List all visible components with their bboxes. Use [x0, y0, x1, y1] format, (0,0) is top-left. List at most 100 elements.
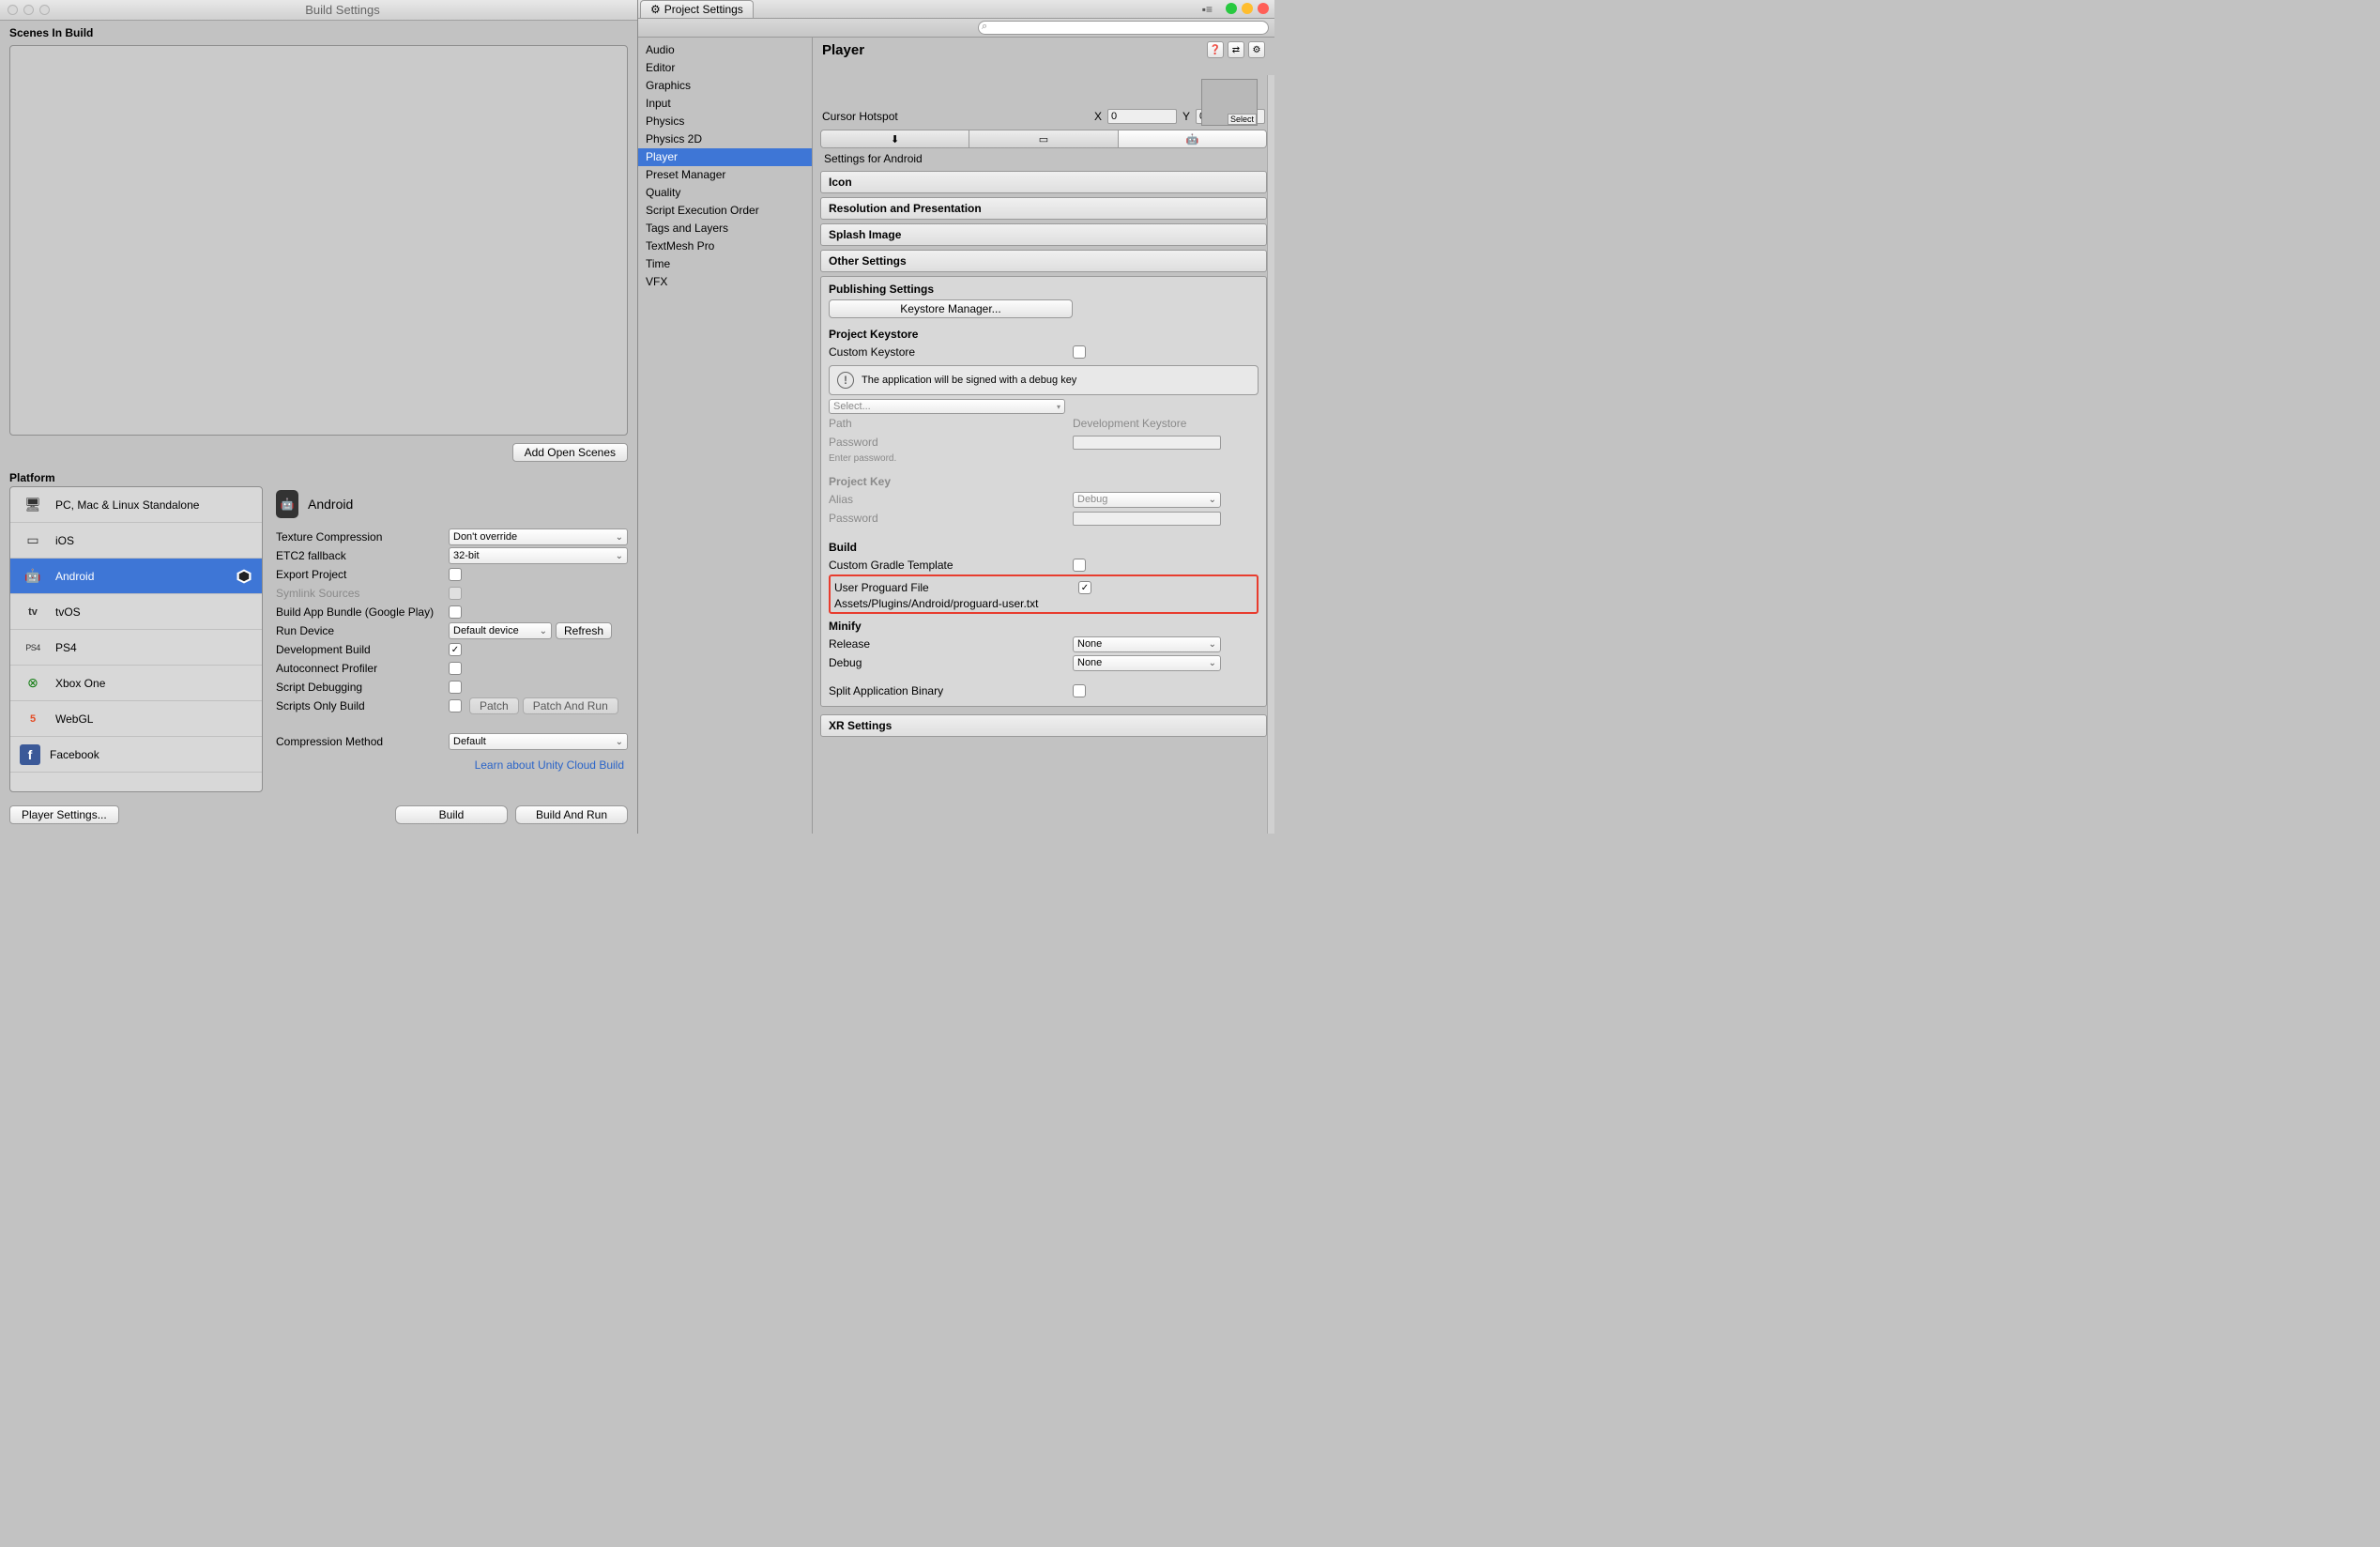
publishing-title: Publishing Settings	[829, 283, 1259, 296]
tab-bar: ⚙ Project Settings	[638, 0, 1274, 19]
project-settings-window: ⚙ Project Settings ▪≡ Audio Editor Graph…	[638, 0, 1274, 834]
minimize-icon[interactable]	[1242, 3, 1253, 14]
plat-tab-ios[interactable]: ▭	[969, 130, 1118, 147]
cat-input[interactable]: Input	[638, 95, 812, 113]
export-project-checkbox[interactable]	[449, 568, 462, 581]
xbox-icon: ⊗	[20, 673, 46, 694]
search-input[interactable]	[978, 21, 1269, 35]
keystore-password-input	[1073, 436, 1221, 450]
texture-compression-select[interactable]: Don't override	[449, 528, 628, 545]
dev-build-label: Development Build	[276, 643, 449, 656]
default-icon-swatch[interactable]: Select	[1201, 79, 1258, 126]
fold-xr[interactable]: XR Settings	[820, 714, 1267, 737]
cat-time[interactable]: Time	[638, 255, 812, 273]
autoconnect-checkbox[interactable]	[449, 662, 462, 675]
run-device-select[interactable]: Default device	[449, 622, 552, 639]
debug-select[interactable]: None	[1073, 655, 1221, 671]
platform-label: Facebook	[50, 748, 99, 761]
platform-label: iOS	[55, 534, 74, 547]
cat-script-order[interactable]: Script Execution Order	[638, 202, 812, 220]
build-and-run-button[interactable]: Build And Run	[515, 805, 628, 824]
cat-player[interactable]: Player	[638, 148, 812, 166]
build-settings-window: Build Settings Scenes In Build Add Open …	[0, 0, 638, 834]
platform-list: 🖥 PC, Mac & Linux Standalone ▭ iOS 🤖 And…	[9, 486, 263, 792]
category-list: Audio Editor Graphics Input Physics Phys…	[638, 38, 813, 834]
cat-physics[interactable]: Physics	[638, 113, 812, 130]
keystore-manager-button[interactable]: Keystore Manager...	[829, 299, 1073, 318]
help-icon[interactable]: ❓	[1207, 41, 1224, 58]
info-icon: !	[837, 372, 854, 389]
platform-item-android[interactable]: 🤖 Android	[10, 559, 262, 594]
fold-resolution[interactable]: Resolution and Presentation	[820, 197, 1267, 220]
cat-vfx[interactable]: VFX	[638, 273, 812, 291]
gradle-checkbox[interactable]	[1073, 559, 1086, 572]
fold-splash[interactable]: Splash Image	[820, 223, 1267, 246]
scenes-list[interactable]	[9, 45, 628, 436]
platform-item-standalone[interactable]: 🖥 PC, Mac & Linux Standalone	[10, 487, 262, 523]
etc2-select[interactable]: 32-bit	[449, 547, 628, 564]
webgl-icon: 5	[20, 709, 46, 729]
detail-title: Android	[308, 497, 353, 512]
project-keystore-label: Project Keystore	[829, 328, 1259, 341]
split-binary-checkbox[interactable]	[1073, 684, 1086, 697]
project-key-label: Project Key	[829, 475, 1259, 488]
fold-other[interactable]: Other Settings	[820, 250, 1267, 272]
fold-icon[interactable]: Icon	[820, 171, 1267, 193]
script-debug-checkbox[interactable]	[449, 681, 462, 694]
cat-editor[interactable]: Editor	[638, 59, 812, 77]
cat-tags[interactable]: Tags and Layers	[638, 220, 812, 237]
cat-tmp[interactable]: TextMesh Pro	[638, 237, 812, 255]
platform-label: PC, Mac & Linux Standalone	[55, 498, 199, 512]
platform-label: tvOS	[55, 605, 81, 619]
cat-physics2d[interactable]: Physics 2D	[638, 130, 812, 148]
cat-graphics[interactable]: Graphics	[638, 77, 812, 95]
symlink-checkbox	[449, 587, 462, 600]
dev-build-checkbox[interactable]	[449, 643, 462, 656]
build-button[interactable]: Build	[395, 805, 508, 824]
scripts-only-checkbox[interactable]	[449, 699, 462, 712]
scrollbar[interactable]	[1267, 75, 1274, 834]
release-select[interactable]: None	[1073, 636, 1221, 652]
proguard-checkbox[interactable]	[1078, 581, 1091, 594]
settings-for-android: Settings for Android	[813, 148, 1274, 169]
cursor-x-input[interactable]	[1107, 109, 1177, 124]
options-icon[interactable]: ▪≡	[1202, 3, 1213, 16]
add-open-scenes-button[interactable]: Add Open Scenes	[512, 443, 628, 462]
select-button[interactable]: Select	[1228, 114, 1257, 125]
path-value: Development Keystore	[1073, 417, 1186, 430]
cat-audio[interactable]: Audio	[638, 41, 812, 59]
compression-select[interactable]: Default	[449, 733, 628, 750]
zoom-icon[interactable]	[39, 5, 50, 15]
zoom-icon[interactable]	[1226, 3, 1237, 14]
minimize-icon[interactable]	[23, 5, 34, 15]
platform-item-xboxone[interactable]: ⊗ Xbox One	[10, 666, 262, 701]
close-icon[interactable]	[8, 5, 18, 15]
tab-project-settings[interactable]: ⚙ Project Settings	[640, 0, 754, 18]
plat-tab-android[interactable]: 🤖	[1119, 130, 1266, 147]
preset-icon[interactable]: ⇄	[1228, 41, 1244, 58]
plat-tab-standalone[interactable]: ⬇	[821, 130, 969, 147]
platform-item-webgl[interactable]: 5 WebGL	[10, 701, 262, 737]
platform-item-tvos[interactable]: tv tvOS	[10, 594, 262, 630]
cloud-build-link[interactable]: Learn about Unity Cloud Build	[276, 751, 628, 775]
player-settings-button[interactable]: Player Settings...	[9, 805, 119, 824]
gear-icon[interactable]: ⚙	[1248, 41, 1265, 58]
platform-tabs: ⬇ ▭ 🤖	[820, 130, 1267, 148]
custom-keystore-checkbox[interactable]	[1073, 345, 1086, 359]
refresh-button[interactable]: Refresh	[556, 622, 612, 639]
y-label: Y	[1182, 110, 1190, 123]
platform-item-ios[interactable]: ▭ iOS	[10, 523, 262, 559]
platform-item-ps4[interactable]: PS4 PS4	[10, 630, 262, 666]
platform-label: PS4	[55, 641, 77, 654]
cat-preset[interactable]: Preset Manager	[638, 166, 812, 184]
keystore-select: Select...	[829, 399, 1065, 414]
facebook-icon: f	[20, 744, 40, 765]
close-icon[interactable]	[1258, 3, 1269, 14]
platform-item-facebook[interactable]: f Facebook	[10, 737, 262, 773]
platform-label: Platform	[0, 466, 637, 486]
patch-button: Patch	[469, 697, 519, 714]
export-project-label: Export Project	[276, 568, 449, 581]
tab-label: Project Settings	[664, 3, 743, 16]
app-bundle-checkbox[interactable]	[449, 605, 462, 619]
cat-quality[interactable]: Quality	[638, 184, 812, 202]
